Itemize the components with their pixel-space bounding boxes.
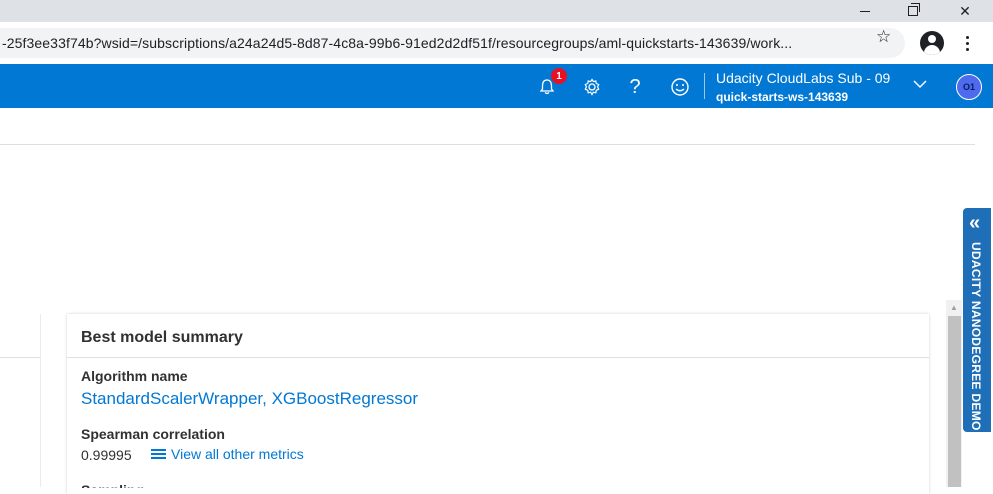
metric-value: 0.99995 (81, 447, 132, 463)
settings-button[interactable] (580, 75, 604, 99)
card-divider (67, 357, 929, 358)
minimize-button[interactable] (845, 0, 885, 22)
avatar[interactable]: O1 (956, 74, 982, 100)
content-divider (0, 144, 975, 145)
window-titlebar: ✕ (0, 0, 993, 22)
chevron-down-icon[interactable] (913, 77, 927, 91)
card-title: Best model summary (81, 329, 243, 346)
close-window-button[interactable]: ✕ (945, 0, 985, 22)
url-text[interactable]: -25f3ee33f74b?wsid=/subscriptions/a24a24… (2, 35, 792, 51)
subscription-name[interactable]: Udacity CloudLabs Sub - 09 (716, 70, 890, 86)
best-model-summary-card: Best model summary Algorithm name Standa… (67, 314, 929, 494)
double-chevron-left-icon: « (969, 212, 981, 234)
view-all-metrics-link[interactable]: View all other metrics (151, 446, 304, 462)
notification-badge: 1 (551, 68, 567, 84)
algorithm-label: Algorithm name (81, 368, 188, 384)
browser-menu-icon[interactable] (960, 30, 974, 56)
left-panel-divider (0, 357, 40, 358)
scrollbar-thumb[interactable] (948, 316, 961, 487)
list-icon (151, 449, 166, 459)
minimize-icon (860, 10, 870, 12)
left-panel-edge (40, 314, 41, 487)
algorithm-link[interactable]: StandardScalerWrapper, XGBoostRegressor (81, 389, 418, 409)
bookmark-star-icon[interactable]: ☆ (876, 27, 891, 47)
side-tab-label: UDACITY NANODEGREE DEMO (969, 242, 983, 431)
restore-button[interactable] (893, 0, 933, 22)
view-all-metrics-label: View all other metrics (171, 446, 304, 462)
help-button[interactable]: ? (623, 75, 647, 99)
gear-icon (584, 78, 600, 96)
header-divider (704, 73, 705, 99)
profile-avatar-icon[interactable] (920, 31, 944, 55)
browser-toolbar: -25f3ee33f74b?wsid=/subscriptions/a24a24… (0, 22, 993, 65)
metric-label: Spearman correlation (81, 426, 225, 442)
workspace-name[interactable]: quick-starts-ws-143639 (716, 90, 848, 104)
help-icon: ? (629, 75, 641, 98)
smiley-icon (671, 78, 689, 96)
scroll-up-arrow-icon[interactable]: ▲ (946, 300, 962, 314)
restore-icon (908, 3, 920, 16)
address-bar[interactable]: -25f3ee33f74b?wsid=/subscriptions/a24a24… (0, 28, 905, 58)
feedback-button[interactable] (668, 75, 692, 99)
udacity-side-tab[interactable]: « UDACITY NANODEGREE DEMO (963, 208, 991, 432)
sampling-label: Sampling (81, 482, 144, 488)
close-icon: ✕ (959, 2, 971, 19)
